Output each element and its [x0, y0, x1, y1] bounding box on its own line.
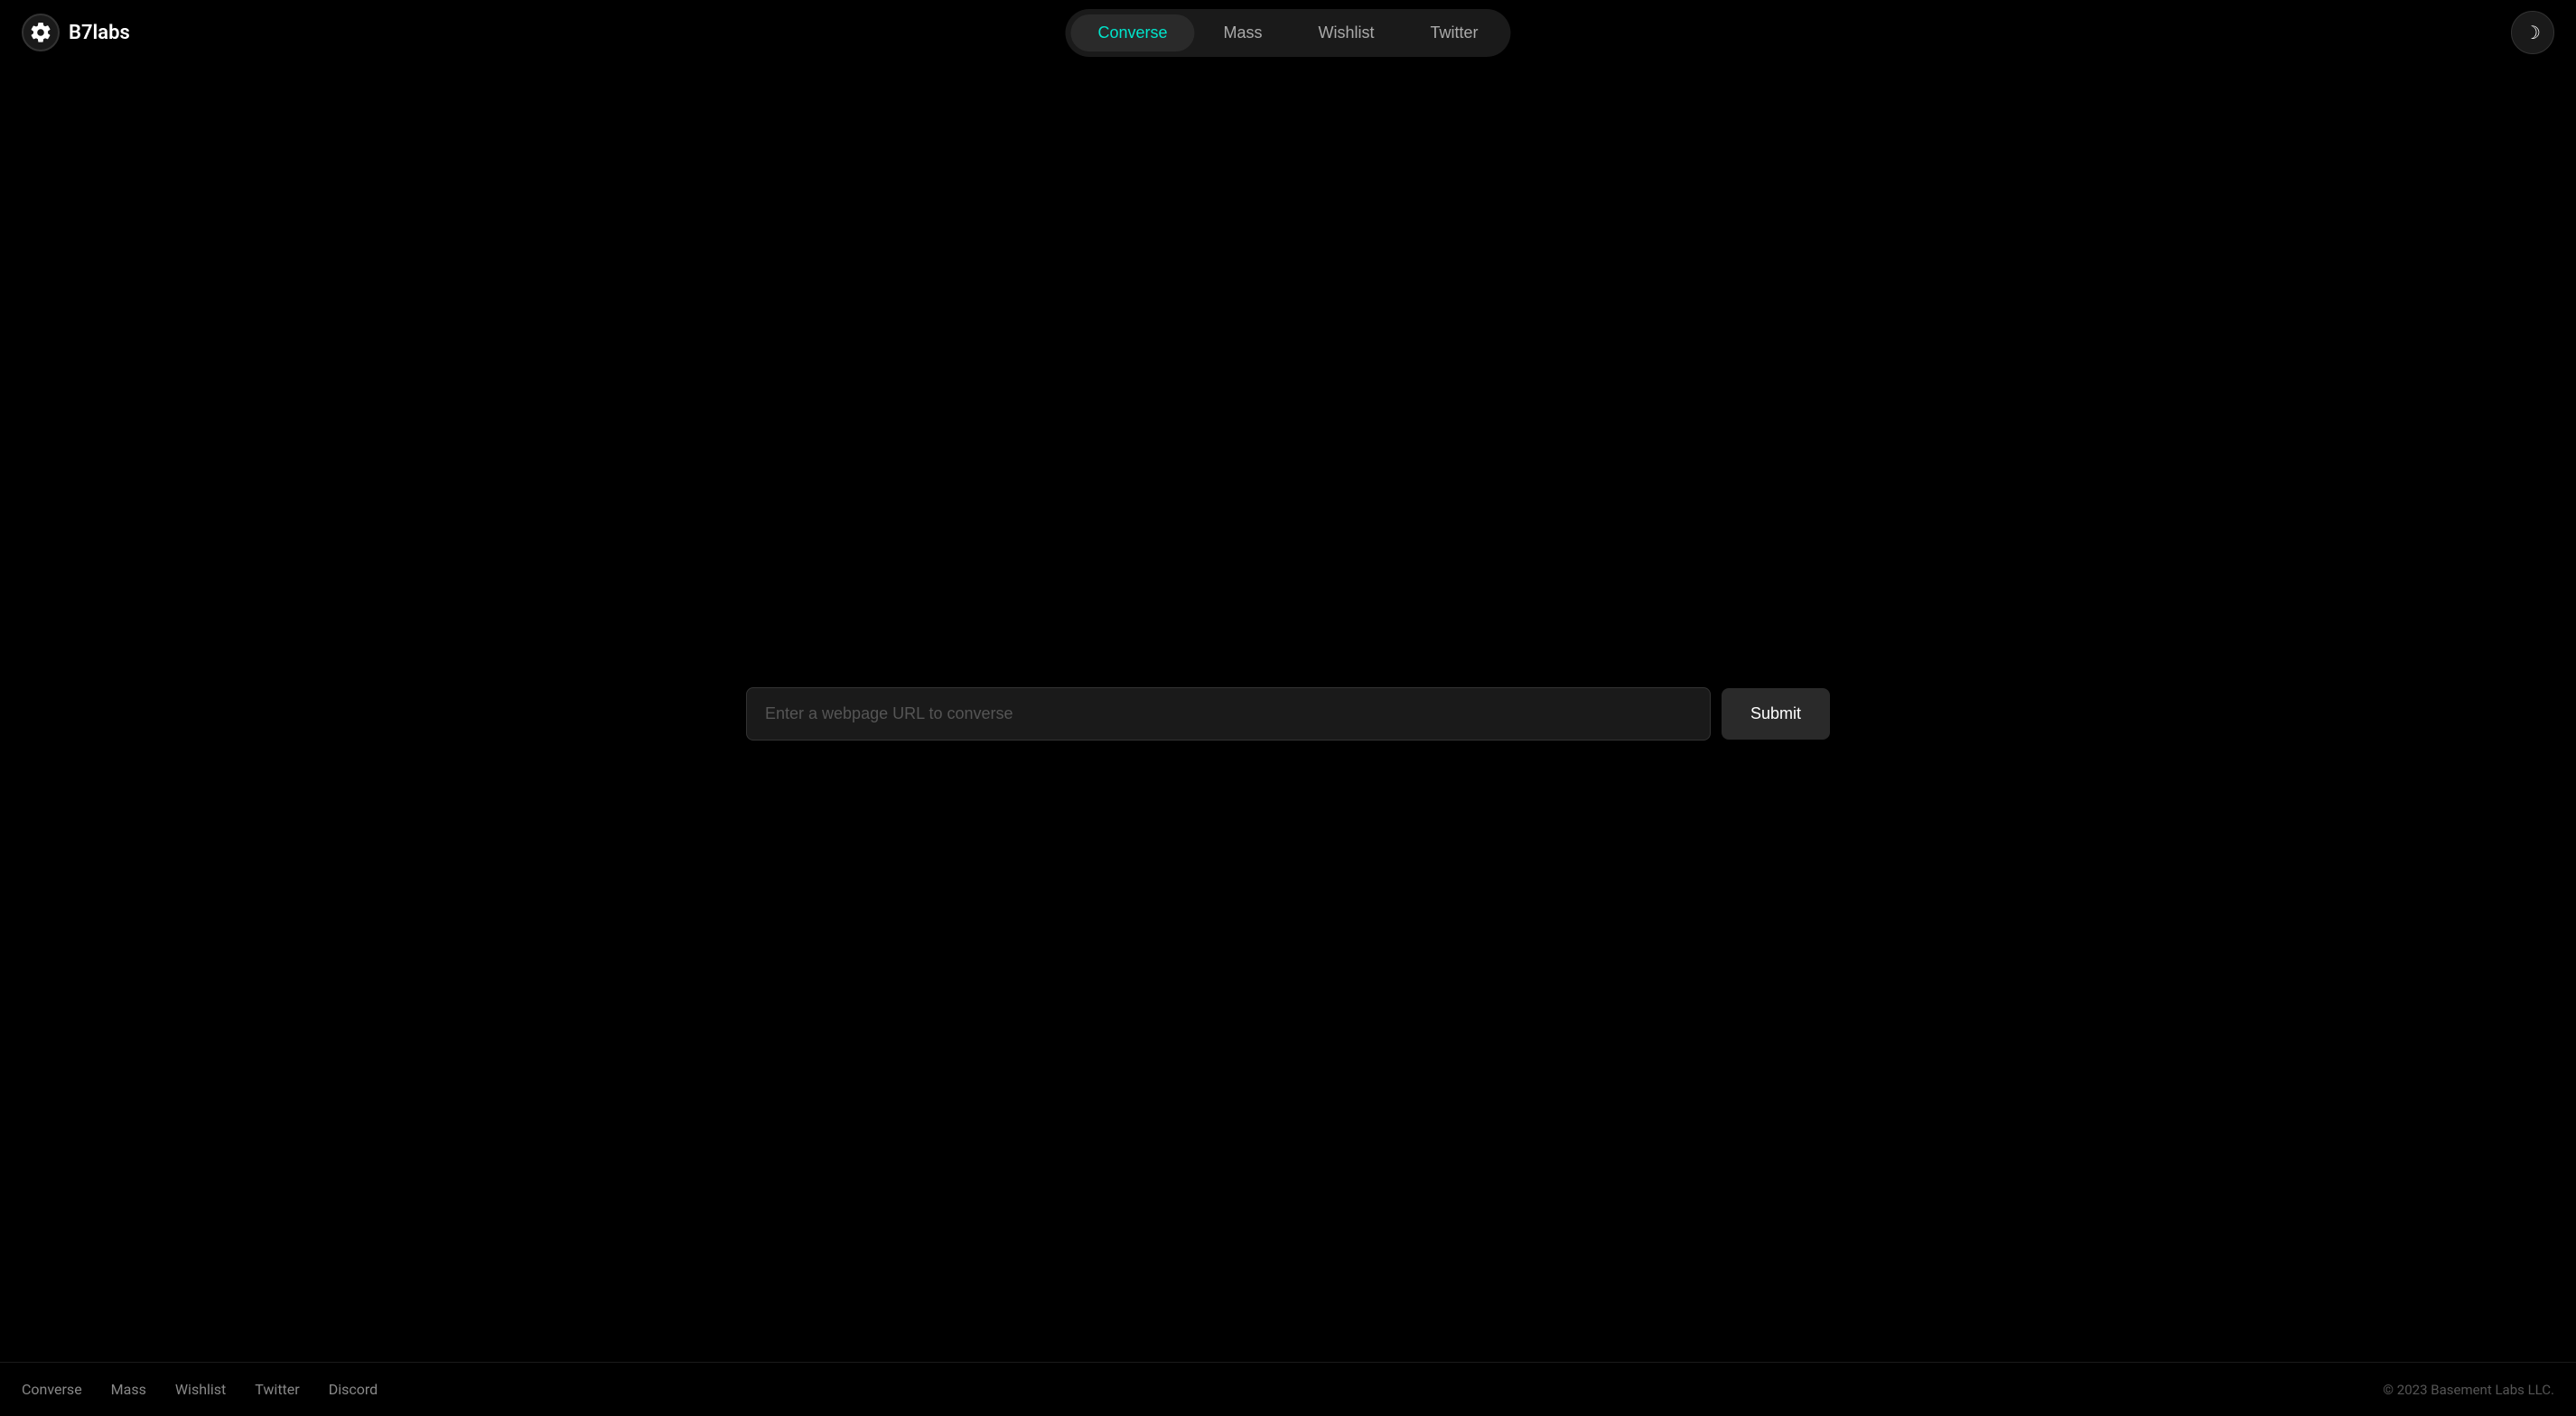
submit-button[interactable]: Submit	[1722, 688, 1830, 740]
logo-text: B7labs	[69, 22, 130, 44]
nav-tab-mass[interactable]: Mass	[1197, 14, 1290, 51]
theme-toggle-button[interactable]: ☽	[2511, 11, 2554, 54]
footer: Converse Mass Wishlist Twitter Discord ©…	[0, 1362, 2576, 1416]
main-content: Submit	[0, 65, 2576, 1362]
nav-tabs: Converse Mass Wishlist Twitter	[1065, 9, 1510, 57]
logo-link[interactable]: B7labs	[22, 14, 130, 51]
footer-nav-mass[interactable]: Mass	[111, 1381, 146, 1398]
footer-nav-twitter[interactable]: Twitter	[255, 1381, 299, 1398]
nav-tab-converse[interactable]: Converse	[1070, 14, 1194, 51]
footer-nav: Converse Mass Wishlist Twitter Discord	[22, 1381, 378, 1398]
nav-tab-twitter[interactable]: Twitter	[1404, 14, 1506, 51]
logo-icon	[22, 14, 60, 51]
url-input[interactable]	[746, 687, 1711, 741]
footer-nav-wishlist[interactable]: Wishlist	[175, 1381, 226, 1398]
nav-tab-wishlist[interactable]: Wishlist	[1292, 14, 1402, 51]
footer-nav-discord[interactable]: Discord	[329, 1381, 378, 1398]
url-input-area: Submit	[746, 687, 1830, 741]
footer-copyright: © 2023 Basement Labs LLC.	[2383, 1382, 2554, 1398]
gear-icon	[29, 21, 52, 44]
header: B7labs Converse Mass Wishlist Twitter ☽	[0, 0, 2576, 65]
footer-nav-converse[interactable]: Converse	[22, 1381, 82, 1398]
